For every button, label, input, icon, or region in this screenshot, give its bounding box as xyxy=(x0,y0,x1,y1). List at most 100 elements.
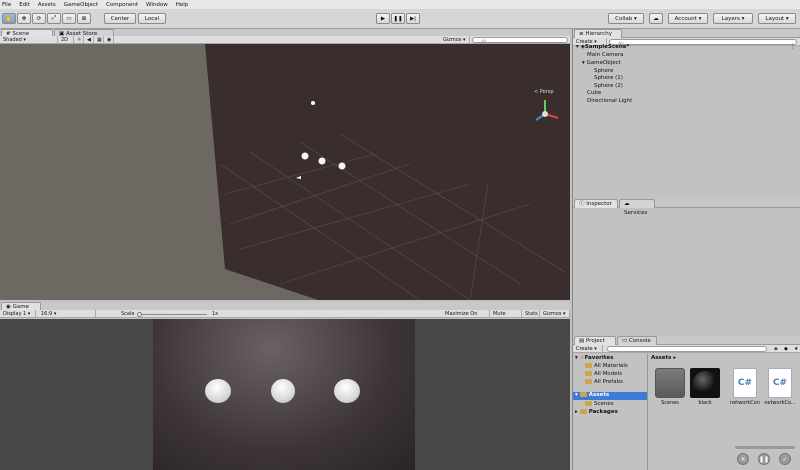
breadcrumb-label: Assets xyxy=(651,355,672,361)
favorites-node[interactable]: ▾ ★Favorites xyxy=(575,355,613,361)
hierarchy-item[interactable]: Main Camera xyxy=(587,52,623,58)
tab-inspector[interactable]: ⓘ Inspector xyxy=(574,199,618,208)
layout-label: Layout xyxy=(765,15,785,22)
audio-icon[interactable]: ◀ xyxy=(84,36,94,44)
center-label: Center xyxy=(110,15,130,22)
label-icon[interactable]: ◆ xyxy=(781,345,791,353)
options-menu-icon[interactable]: ⋮ xyxy=(790,43,796,50)
stats-label: Stats xyxy=(525,311,538,317)
hierarchy-search-input[interactable]: All xyxy=(609,39,797,47)
game-gizmos-dropdown[interactable]: Gizmos ▾ xyxy=(540,310,570,318)
tab-hierarchy[interactable]: ≡ Hierarchy xyxy=(574,29,622,38)
hand-tool-icon[interactable]: ✋ xyxy=(2,13,16,24)
visibility-icon[interactable]: ◉ xyxy=(104,36,114,44)
game-sphere-0 xyxy=(205,379,231,403)
favorites-item[interactable]: All Prefabs xyxy=(585,379,623,385)
game-sphere-1 xyxy=(271,379,295,403)
maximize-on-play-toggle[interactable]: Maximize On Play xyxy=(442,310,490,325)
tab-services-label: Services xyxy=(624,210,648,216)
pause-circle-icon[interactable]: ❚❚ xyxy=(758,453,770,465)
menu-component[interactable]: Component xyxy=(106,2,138,8)
assets-node[interactable]: ▾ Assets xyxy=(573,392,647,400)
hierarchy-item[interactable]: Sphere (2) xyxy=(594,83,623,89)
filter-icon[interactable]: ◈ xyxy=(771,345,781,353)
folder-icon[interactable] xyxy=(655,368,685,398)
project-controlbar: Create ▾ ◈ ◆ ★ xyxy=(573,345,800,353)
account-dropdown[interactable]: Account ▾ xyxy=(668,13,708,24)
check-circle-icon[interactable]: ✓ xyxy=(779,453,791,465)
pause-icon[interactable]: ❚❚ xyxy=(391,13,405,24)
menu-edit[interactable]: Edit xyxy=(19,2,30,8)
effects-icon[interactable]: ▦ xyxy=(94,36,104,44)
hierarchy-item[interactable]: ▾ GameObject xyxy=(582,60,621,66)
packages-node[interactable]: ▸ Packages xyxy=(575,409,618,415)
step-icon[interactable]: ▶| xyxy=(406,13,420,24)
cloud-icon[interactable]: ☁ xyxy=(649,13,663,24)
hierarchy-scene-root[interactable]: ▾ ◈SampleScene* xyxy=(576,44,629,50)
collab-button[interactable]: Collab ▾ xyxy=(608,13,644,24)
game-view[interactable] xyxy=(0,319,570,470)
lighting-icon[interactable]: ☼ xyxy=(74,36,84,44)
gizmos-dropdown[interactable]: Gizmos ▾ xyxy=(440,36,470,44)
star-icon[interactable]: ★ xyxy=(791,345,800,353)
pivot-local-button[interactable]: Local xyxy=(138,13,166,24)
rotate-tool-icon[interactable]: ⟳ xyxy=(32,13,46,24)
hierarchy-item[interactable]: Directional Light xyxy=(587,98,632,104)
scale-slider[interactable] xyxy=(137,313,207,315)
console-icon: ▭ xyxy=(622,338,628,344)
favorites-item[interactable]: All Materials xyxy=(585,363,628,369)
menu-help[interactable]: Help xyxy=(176,2,189,8)
scene-search-input[interactable]: All xyxy=(472,37,568,45)
folder-icon xyxy=(579,409,587,414)
folder-icon xyxy=(585,401,592,406)
menu-gameobject[interactable]: GameObject xyxy=(64,2,98,8)
menu-assets[interactable]: Assets xyxy=(38,2,56,8)
transform-tool-icon[interactable]: ⊠ xyxy=(77,13,91,24)
stats-toggle[interactable]: Stats xyxy=(522,310,540,318)
scale-tool-icon[interactable]: ⤢ xyxy=(47,13,61,24)
search-folder-icon xyxy=(585,363,592,368)
shading-mode-dropdown[interactable]: Shaded ▾ xyxy=(0,36,58,44)
scale-slider-handle[interactable] xyxy=(137,311,142,317)
cube-surface xyxy=(205,44,570,300)
material-icon[interactable] xyxy=(690,368,720,398)
layers-dropdown[interactable]: Layers ▾ xyxy=(713,13,753,24)
hierarchy-item[interactable]: Sphere (1) xyxy=(594,75,623,81)
menu-file[interactable]: File xyxy=(2,2,11,8)
project-search-input[interactable] xyxy=(607,346,767,352)
game-sphere-2 xyxy=(334,379,360,403)
hierarchy-item[interactable]: Sphere xyxy=(594,68,613,74)
play-icon[interactable]: ▶ xyxy=(376,13,390,24)
hierarchy-tabstrip: ≡ Hierarchy xyxy=(573,29,800,38)
pivot-center-button[interactable]: Center xyxy=(104,13,136,24)
project-folder-tree: ▾ ★Favorites All Materials All Models Al… xyxy=(573,354,648,470)
layout-dropdown[interactable]: Layout ▾ xyxy=(758,13,796,24)
local-label: Local xyxy=(144,15,160,22)
mute-audio-toggle[interactable]: Mute Audio xyxy=(490,310,522,325)
csharp-script-icon[interactable]: C# xyxy=(733,368,757,398)
move-tool-icon[interactable]: ✥ xyxy=(17,13,31,24)
tab-console[interactable]: ▭ Console xyxy=(617,336,657,345)
scenes-node[interactable]: Scenes xyxy=(585,401,614,407)
sphere-2 xyxy=(338,162,346,170)
csharp-script-icon[interactable]: C# xyxy=(768,368,792,398)
aspect-dropdown[interactable]: 16:9 ▾ xyxy=(38,310,96,318)
2d-toggle[interactable]: 2D xyxy=(58,36,74,44)
game-gizmos-label: Gizmos xyxy=(543,311,562,317)
display-dropdown[interactable]: Display 1 ▾ xyxy=(0,310,36,318)
game-controlbar: Display 1 ▾ 16:9 ▾ Scale 1x Maximize On … xyxy=(0,310,570,325)
scale-value: 1x xyxy=(212,311,219,317)
favorites-item[interactable]: All Models xyxy=(585,371,622,377)
icon-size-slider[interactable] xyxy=(735,446,795,449)
rect-tool-icon[interactable]: ▭ xyxy=(62,13,76,24)
persp-label[interactable]: < Persp xyxy=(534,89,554,95)
menu-window[interactable]: Window xyxy=(146,2,168,8)
close-circle-icon[interactable]: ✕ xyxy=(737,453,749,465)
tab-project[interactable]: ▤ Project xyxy=(574,336,616,345)
tab-services[interactable]: ☁ Services xyxy=(619,199,655,216)
assets-breadcrumb[interactable]: Assets ▸ xyxy=(651,355,676,361)
project-create-dropdown[interactable]: Create ▾ xyxy=(573,345,603,353)
scale-label: Scale xyxy=(121,311,135,317)
scene-view[interactable]: < Persp xyxy=(0,44,570,300)
hierarchy-item[interactable]: Cube xyxy=(587,90,601,96)
